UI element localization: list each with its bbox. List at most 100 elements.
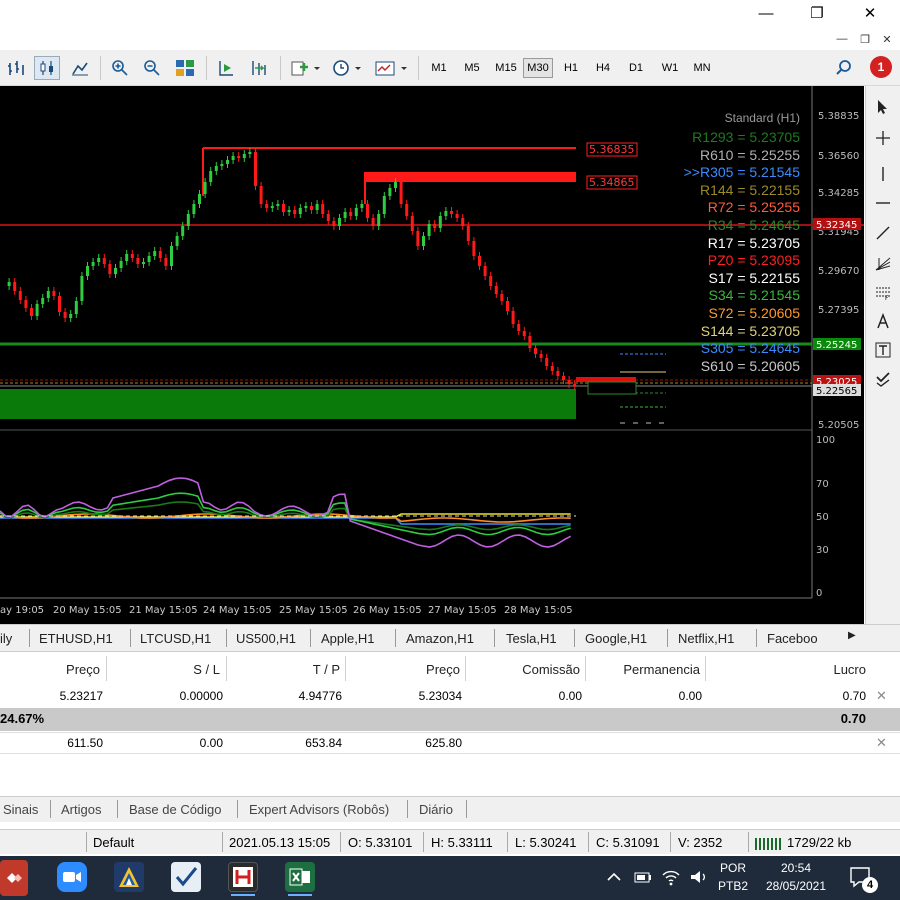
window-restore-button[interactable]: ❐ bbox=[794, 0, 840, 26]
excel-app-icon[interactable] bbox=[285, 862, 315, 892]
zoom-app-icon[interactable] bbox=[57, 862, 87, 892]
trading-app-icon[interactable] bbox=[114, 862, 144, 892]
tab-journal[interactable]: Diário bbox=[419, 800, 453, 818]
cell-tp[interactable]: 4.94776 bbox=[230, 686, 342, 706]
tab-apple[interactable]: Apple,H1 bbox=[321, 628, 374, 648]
tab-amazon[interactable]: Amazon,H1 bbox=[406, 628, 474, 648]
cell-current-price[interactable]: 625.80 bbox=[350, 733, 462, 753]
text-label-icon[interactable] bbox=[868, 339, 898, 361]
timeframe-mn[interactable]: MN bbox=[688, 58, 716, 78]
tab-google[interactable]: Google,H1 bbox=[585, 628, 647, 648]
tab-netflix[interactable]: Netflix,H1 bbox=[678, 628, 734, 648]
status-profile[interactable]: Default bbox=[93, 833, 134, 851]
templates-icon[interactable] bbox=[372, 56, 410, 80]
cell-tp[interactable]: 653.84 bbox=[230, 733, 342, 753]
timeframe-h4[interactable]: H4 bbox=[590, 58, 616, 78]
timeframe-h1[interactable]: H1 bbox=[558, 58, 584, 78]
candle-body bbox=[7, 282, 11, 286]
tile-windows-icon[interactable] bbox=[172, 56, 198, 80]
col-separator bbox=[585, 656, 586, 681]
battery-icon[interactable] bbox=[632, 866, 654, 888]
tab-us500[interactable]: US500,H1 bbox=[236, 628, 296, 648]
horizontal-line-icon[interactable] bbox=[868, 192, 898, 214]
line-chart-icon[interactable] bbox=[68, 56, 92, 80]
candle-body bbox=[248, 152, 252, 154]
timeframe-w1[interactable]: W1 bbox=[656, 58, 684, 78]
cell-sl[interactable]: 0.00000 bbox=[110, 686, 223, 706]
col-header-sl[interactable]: S / L bbox=[110, 658, 220, 680]
timeframe-m30[interactable]: M30 bbox=[523, 58, 553, 78]
fibonacci-levels-icon[interactable]: F bbox=[868, 282, 898, 304]
col-header-price[interactable]: Preço bbox=[0, 658, 100, 680]
cell-current-price[interactable]: 5.23034 bbox=[350, 686, 462, 706]
checkmark-app-icon[interactable] bbox=[171, 862, 201, 892]
tab-facebook[interactable]: Faceboo bbox=[767, 628, 827, 648]
col-header-commission[interactable]: Comissão bbox=[470, 658, 580, 680]
timeframe-d1[interactable]: D1 bbox=[623, 58, 649, 78]
tab-ltcusd[interactable]: LTCUSD,H1 bbox=[140, 628, 211, 648]
window-minimize-button[interactable]: — bbox=[743, 0, 789, 26]
auto-scroll-icon[interactable] bbox=[214, 56, 238, 80]
timeframe-m1[interactable]: M1 bbox=[426, 58, 452, 78]
chevron-up-icon[interactable] bbox=[604, 866, 624, 888]
volume-icon[interactable] bbox=[688, 866, 710, 888]
status-separator bbox=[423, 832, 424, 852]
vertical-line-icon[interactable] bbox=[868, 163, 898, 185]
fibonacci-fan-icon[interactable] bbox=[868, 252, 898, 274]
tab-ethusd[interactable]: ETHUSD,H1 bbox=[39, 628, 113, 648]
total-row bbox=[0, 708, 900, 731]
tabs-scroll-right-icon[interactable]: ▶ bbox=[848, 630, 856, 641]
arrows-icon[interactable] bbox=[868, 368, 898, 390]
close-position-icon[interactable]: ✕ bbox=[876, 688, 887, 704]
cell-sl[interactable]: 0.00 bbox=[110, 733, 223, 753]
tab-separator bbox=[50, 800, 51, 818]
taskbar-app-red-icon[interactable] bbox=[0, 860, 28, 896]
zoom-in-icon[interactable] bbox=[108, 56, 132, 80]
text-tool-icon[interactable] bbox=[868, 310, 898, 332]
cell-commission[interactable]: 0.00 bbox=[470, 686, 582, 706]
tab-tesla[interactable]: Tesla,H1 bbox=[506, 628, 557, 648]
clock-date[interactable]: 28/05/2021 bbox=[760, 878, 832, 894]
cell-profit[interactable]: 0.70 bbox=[710, 686, 866, 706]
language-indicator[interactable]: POR bbox=[716, 860, 750, 876]
pivot-level-label: S305 = 5.24645 bbox=[700, 340, 800, 357]
col-header-swap[interactable]: Permanencia bbox=[590, 658, 700, 680]
metatrader-app-icon[interactable] bbox=[228, 862, 258, 892]
tab-expert-advisors[interactable]: Expert Advisors (Robôs) bbox=[249, 800, 389, 818]
candle-body bbox=[30, 308, 33, 316]
col-header-current-price[interactable]: Preço bbox=[350, 658, 460, 680]
candlestick-icon[interactable] bbox=[34, 56, 60, 80]
candle-body bbox=[472, 241, 476, 256]
trend-line-icon[interactable] bbox=[868, 222, 898, 244]
keyboard-layout-indicator[interactable]: PTB2 bbox=[716, 878, 750, 894]
window-close-button[interactable]: ✕ bbox=[847, 0, 893, 26]
mdi-close-button[interactable]: ✕ bbox=[878, 31, 896, 47]
delete-order-icon[interactable]: ✕ bbox=[876, 735, 887, 751]
timeframe-m5[interactable]: M5 bbox=[459, 58, 485, 78]
cursor-icon[interactable] bbox=[868, 96, 898, 118]
chart-shift-icon[interactable] bbox=[246, 56, 272, 80]
wifi-icon[interactable] bbox=[660, 866, 682, 888]
crosshair-icon[interactable] bbox=[868, 127, 898, 149]
tab-articles[interactable]: Artigos bbox=[61, 800, 101, 818]
tab-symbol[interactable]: ily bbox=[0, 628, 12, 648]
col-header-profit[interactable]: Lucro bbox=[710, 658, 866, 680]
notifications-badge[interactable]: 1 bbox=[870, 56, 892, 78]
cell-swap[interactable]: 0.00 bbox=[590, 686, 702, 706]
tab-signals[interactable]: Sinais bbox=[3, 800, 38, 818]
connection-bars-icon[interactable] bbox=[755, 834, 785, 853]
periodicity-clock-icon[interactable] bbox=[328, 56, 364, 80]
indicators-icon[interactable] bbox=[288, 56, 322, 80]
search-icon[interactable] bbox=[832, 56, 856, 80]
timeframe-m15[interactable]: M15 bbox=[491, 58, 521, 78]
mdi-restore-button[interactable]: ❐ bbox=[856, 31, 874, 47]
candle-body bbox=[125, 254, 129, 261]
cell-price[interactable]: 5.23217 bbox=[0, 686, 103, 706]
col-header-tp[interactable]: T / P bbox=[230, 658, 340, 680]
bar-chart-icon[interactable] bbox=[4, 56, 28, 80]
cell-price[interactable]: 611.50 bbox=[0, 733, 103, 753]
mdi-minimize-button[interactable]: — bbox=[833, 31, 851, 47]
zoom-out-icon[interactable] bbox=[140, 56, 164, 80]
tab-code-base[interactable]: Base de Código bbox=[129, 800, 222, 818]
clock-time[interactable]: 20:54 bbox=[760, 860, 832, 876]
